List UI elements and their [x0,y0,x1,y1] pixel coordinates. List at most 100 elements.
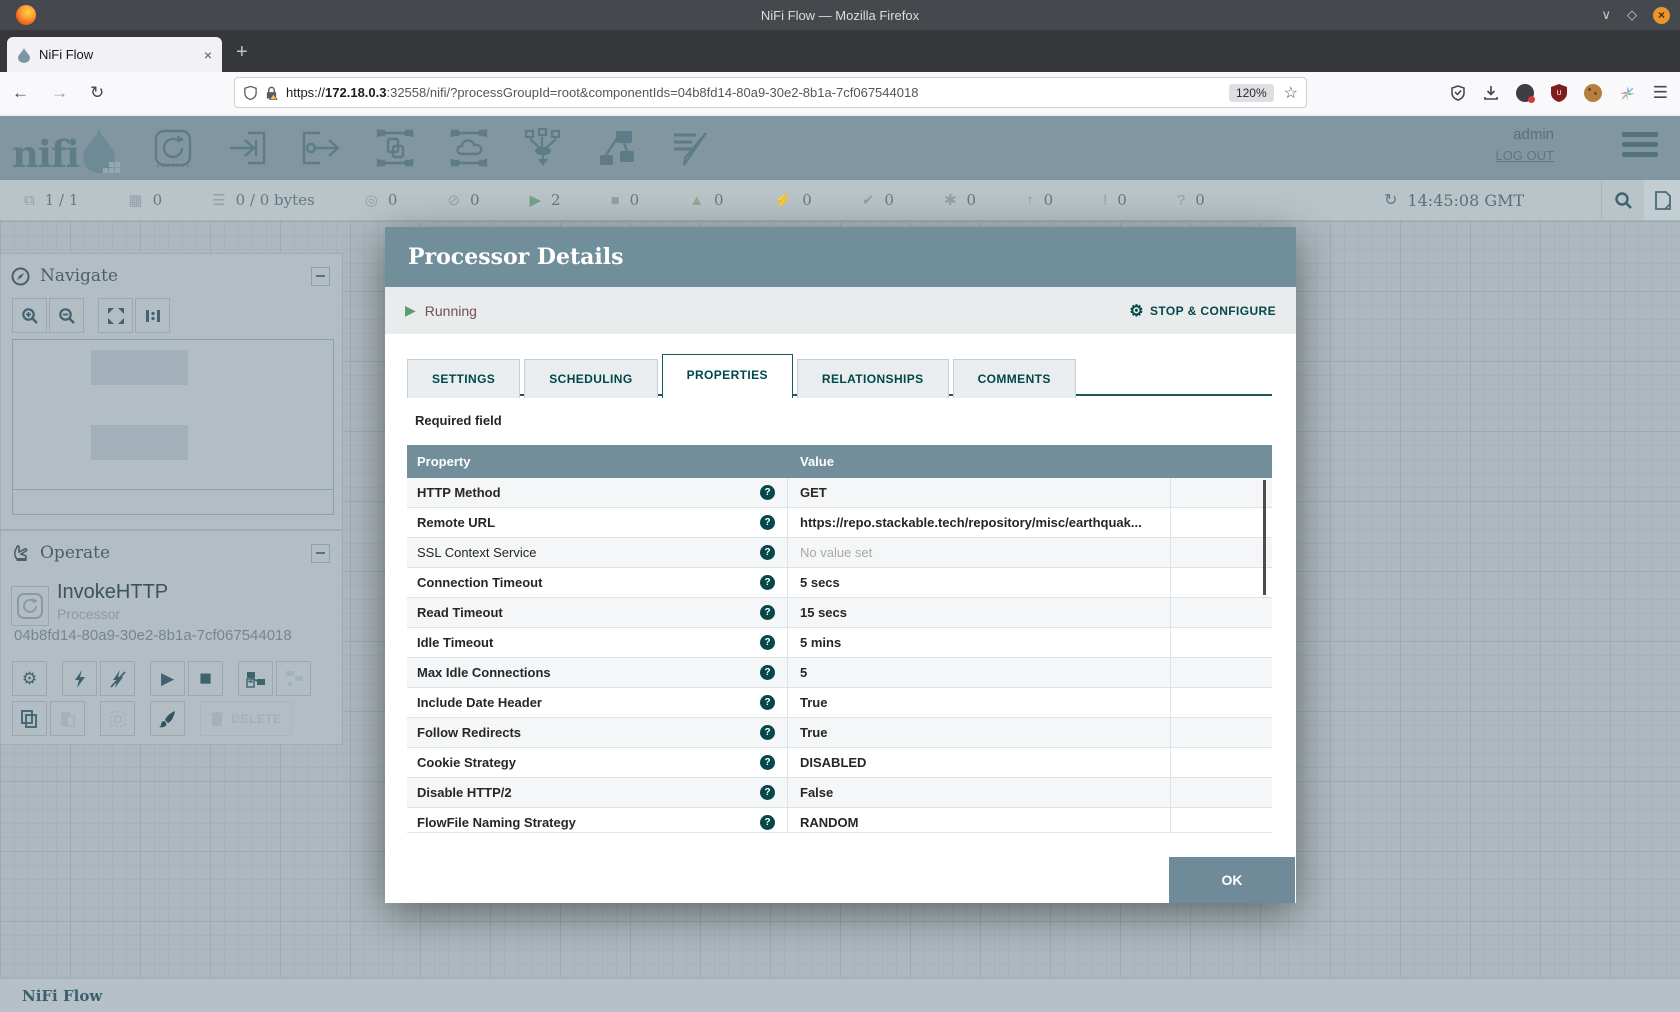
table-row[interactable]: Read Timeout? 15 secs [407,598,1272,628]
status-value: 0 [1117,191,1127,209]
drag-processor-icon[interactable] [150,125,196,171]
help-icon[interactable]: ? [760,575,775,590]
group-button[interactable] [100,701,135,736]
help-icon[interactable]: ? [760,755,775,770]
logout-link[interactable]: LOG OUT [1495,148,1554,163]
drag-output-port-icon[interactable] [298,125,344,171]
shield-permissions-icon[interactable] [243,85,258,101]
drag-process-group-icon[interactable] [372,125,418,171]
drag-remote-process-group-icon[interactable] [446,125,492,171]
url-text[interactable]: https://172.18.0.3:32558/nifi/?processGr… [286,85,1229,100]
drag-template-icon[interactable] [594,125,640,171]
zoom-in-button[interactable] [12,298,47,333]
search-button[interactable] [1601,180,1644,220]
nifi-menu-button[interactable] [1622,132,1658,157]
property-value: 5 [788,658,1171,687]
ublock-extension-icon[interactable]: U [1551,84,1567,102]
disable-button[interactable] [100,661,135,696]
color-button[interactable] [150,701,185,736]
reload-button[interactable]: ↻ [90,83,104,103]
running-icon: ▶ [405,302,416,319]
table-row[interactable]: FlowFile Naming Strategy? RANDOM [407,808,1272,833]
help-icon[interactable]: ? [760,605,775,620]
browser-tabbar: NiFi Flow × + [0,30,1680,73]
table-row[interactable]: Include Date Header? True [407,688,1272,718]
page-zoom-badge[interactable]: 120% [1229,84,1274,102]
birdseye-minimap[interactable] [12,339,334,515]
value-column-header: Value [788,454,834,469]
breadcrumb[interactable]: NiFi Flow [22,987,102,1005]
table-row[interactable]: Remote URL? https://repo.stackable.tech/… [407,508,1272,538]
help-icon[interactable]: ? [760,515,775,530]
stop-button[interactable]: ■ [188,661,223,696]
property-name: Disable HTTP/2 [417,785,760,800]
pocket-icon[interactable] [1450,85,1466,101]
ok-button[interactable]: OK [1169,857,1295,903]
lock-warning-icon[interactable] [265,85,278,101]
table-row[interactable]: Max Idle Connections? 5 [407,658,1272,688]
forward-button[interactable]: → [51,83,68,103]
upload-template-button[interactable] [276,661,311,696]
dialog-tab[interactable]: COMMENTS [953,359,1076,398]
zoom-fit-button[interactable] [98,298,133,333]
delete-button[interactable]: DELETE [200,701,292,736]
firefox-menu-button[interactable]: ☰ [1653,83,1668,103]
bookmark-star-icon[interactable]: ☆ [1284,83,1298,103]
new-tab-button[interactable]: + [236,42,248,62]
drag-input-port-icon[interactable] [224,125,270,171]
containers-extension-icon[interactable] [1516,84,1534,102]
minimap-processor [91,425,188,460]
table-row[interactable]: Follow Redirects? True [407,718,1272,748]
nifi-favicon [17,47,31,63]
table-row[interactable]: HTTP Method? GET [407,478,1272,508]
help-icon[interactable]: ? [760,725,775,740]
navigate-collapse-button[interactable] [311,267,330,286]
help-icon[interactable]: ? [760,815,775,830]
bulletin-board-button[interactable] [1644,180,1680,220]
window-close-button[interactable]: × [1653,7,1670,24]
table-row[interactable]: SSL Context Service? No value set [407,538,1272,568]
window-maximize-icon[interactable]: ◇ [1627,7,1637,23]
drag-funnel-icon[interactable] [520,125,566,171]
dialog-tab[interactable]: RELATIONSHIPS [797,359,949,398]
refresh-icon[interactable]: ↻ [1384,190,1397,210]
dialog-tab[interactable]: SCHEDULING [524,359,657,398]
pinwheel-extension-icon[interactable] [1619,85,1636,102]
stop-and-configure-button[interactable]: ⚙ STOP & CONFIGURE [1129,301,1276,321]
help-icon[interactable]: ? [760,785,775,800]
status-value: 0 [884,191,894,209]
help-icon[interactable]: ? [760,545,775,560]
table-row[interactable]: Connection Timeout? 5 secs [407,568,1272,598]
table-row[interactable]: Cookie Strategy? DISABLED [407,748,1272,778]
url-bar[interactable]: https://172.18.0.3:32558/nifi/?processGr… [234,77,1307,108]
create-template-button[interactable] [238,661,273,696]
dialog-tab[interactable]: PROPERTIES [662,354,793,398]
help-icon[interactable]: ? [760,665,775,680]
table-row[interactable]: Disable HTTP/2? False [407,778,1272,808]
help-icon[interactable]: ? [760,635,775,650]
zoom-actual-size-button[interactable] [135,298,170,333]
operate-collapse-button[interactable] [311,544,330,563]
enable-button[interactable] [62,661,97,696]
help-icon[interactable]: ? [760,485,775,500]
stop-and-configure-label: STOP & CONFIGURE [1150,304,1276,318]
properties-table: Property Value HTTP Method? GET Remote U… [407,445,1272,833]
cookie-extension-icon[interactable] [1584,84,1602,102]
window-minimize-icon[interactable]: ∨ [1601,7,1611,23]
table-row[interactable]: Idle Timeout? 5 mins [407,628,1272,658]
tab-close-icon[interactable]: × [204,47,212,63]
table-scrollbar[interactable] [1263,480,1266,595]
downloads-icon[interactable] [1483,85,1499,101]
drag-label-icon[interactable] [668,125,714,171]
lightning-slash-icon [109,670,127,688]
browser-tab[interactable]: NiFi Flow × [7,37,222,72]
back-button[interactable]: ← [12,83,29,103]
start-button[interactable]: ▶ [150,661,185,696]
help-icon[interactable]: ? [760,695,775,710]
configure-button[interactable]: ⚙ [12,661,47,696]
property-value: https://repo.stackable.tech/repository/m… [788,508,1171,537]
paste-button[interactable] [50,701,85,736]
copy-button[interactable] [12,701,47,736]
dialog-tab[interactable]: SETTINGS [407,359,520,398]
zoom-out-button[interactable] [49,298,84,333]
